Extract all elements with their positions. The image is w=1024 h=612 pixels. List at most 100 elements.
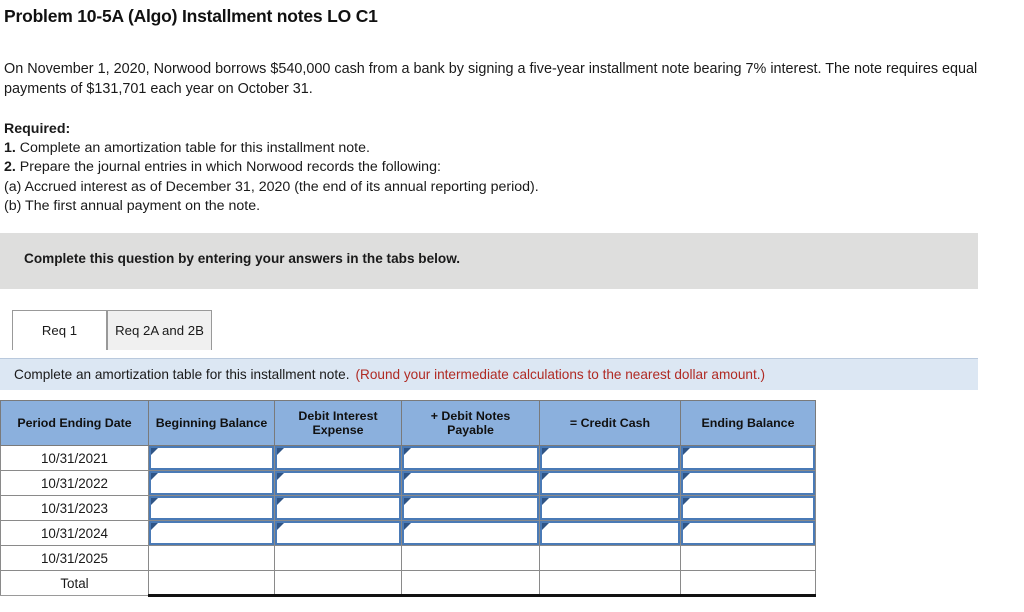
cell-beginning-balance[interactable] [148,520,275,546]
cell-debit-interest-expense[interactable] [274,445,402,471]
input-box[interactable] [681,571,815,594]
total-cell-beginning-balance[interactable] [148,570,275,597]
required-item-1: 1. Complete an amortization table for th… [4,139,864,158]
page-title: Problem 10-5A (Algo) Installment notes L… [4,6,378,26]
cell-ending-balance[interactable] [680,470,816,496]
input-box[interactable] [149,546,274,570]
cell-ending-balance[interactable] [680,495,816,521]
input-box[interactable] [681,521,815,545]
table-body: 10/31/2021 10/31/2022 10/31/2023 10/31/2… [0,445,816,597]
total-cell-credit-cash[interactable] [539,570,681,597]
column-header-credit-cash: = Credit Cash [539,400,681,446]
cell-corner-marker-icon [542,523,549,530]
cell-debit-notes-payable[interactable] [401,445,540,471]
problem-page: Problem 10-5A (Algo) Installment notes L… [0,0,1024,612]
cell-debit-interest-expense[interactable] [274,545,402,571]
table-header-row: Period Ending Date Beginning Balance Deb… [0,400,816,446]
cell-corner-marker-icon [277,448,284,455]
input-box[interactable] [402,521,539,545]
cell-corner-marker-icon [277,498,284,505]
input-box[interactable] [149,571,274,594]
input-box[interactable] [681,496,815,520]
input-box[interactable] [540,571,680,594]
column-header-debit-notes-payable: + Debit Notes Payable [401,400,540,446]
input-box[interactable] [681,471,815,495]
input-box[interactable] [402,471,539,495]
table-row: 10/31/2022 [0,470,816,496]
cell-corner-marker-icon [542,448,549,455]
table-row: 10/31/2024 [0,520,816,546]
input-box[interactable] [402,546,539,570]
cell-credit-cash[interactable] [539,470,681,496]
cell-debit-interest-expense[interactable] [274,495,402,521]
cell-corner-marker-icon [404,473,411,480]
required-block: Required: 1. Complete an amortization ta… [4,120,864,216]
cell-corner-marker-icon [542,473,549,480]
input-box[interactable] [540,496,680,520]
total-cell-ending-balance[interactable] [680,570,816,597]
input-box[interactable] [402,571,539,594]
input-box[interactable] [275,446,401,470]
input-box[interactable] [275,546,401,570]
required-item-2b-text: (b) The first annual payment on the note… [4,197,261,214]
table-row-total: Total [0,570,816,597]
required-heading: Required: [4,121,71,137]
input-box[interactable] [149,521,274,545]
tab-req-2a-2b[interactable]: Req 2A and 2B [107,310,212,350]
cell-beginning-balance[interactable] [148,470,275,496]
required-item-2a-text: (a) Accrued interest as of December 31, … [4,178,539,195]
total-cell-debit-interest-expense[interactable] [274,570,402,597]
cell-debit-interest-expense[interactable] [274,520,402,546]
input-box[interactable] [540,446,680,470]
required-item-1-number: 1. [4,140,16,157]
problem-statement: On November 1, 2020, Norwood borrows $54… [4,61,978,97]
input-box[interactable] [275,471,401,495]
input-box[interactable] [275,521,401,545]
cell-corner-marker-icon [683,523,690,530]
total-cell-debit-notes-payable[interactable] [401,570,540,597]
table-row: 10/31/2025 [0,545,816,571]
column-header-beginning-balance: Beginning Balance [148,400,275,446]
cell-credit-cash[interactable] [539,520,681,546]
input-box[interactable] [681,446,815,470]
input-box[interactable] [149,471,274,495]
instructions-banner: Complete this question by entering your … [0,233,978,289]
cell-corner-marker-icon [683,473,690,480]
input-box[interactable] [681,546,815,570]
cell-corner-marker-icon [404,498,411,505]
cell-beginning-balance[interactable] [148,495,275,521]
input-box[interactable] [540,471,680,495]
cell-corner-marker-icon [151,448,158,455]
rounding-note: (Round your intermediate calculations to… [355,367,766,382]
input-box[interactable] [402,446,539,470]
required-item-2: 2. Prepare the journal entries in which … [4,158,864,177]
input-box[interactable] [540,546,680,570]
cell-debit-notes-payable[interactable] [401,470,540,496]
cell-corner-marker-icon [404,523,411,530]
cell-credit-cash[interactable] [539,445,681,471]
cell-credit-cash[interactable] [539,495,681,521]
cell-credit-cash[interactable] [539,545,681,571]
cell-corner-marker-icon [404,448,411,455]
cell-debit-notes-payable[interactable] [401,520,540,546]
cell-debit-notes-payable[interactable] [401,495,540,521]
input-box[interactable] [402,496,539,520]
table-row: 10/31/2021 [0,445,816,471]
cell-beginning-balance[interactable] [148,445,275,471]
cell-ending-balance[interactable] [680,445,816,471]
cell-debit-interest-expense[interactable] [274,470,402,496]
input-box[interactable] [149,496,274,520]
input-box[interactable] [540,521,680,545]
input-box[interactable] [275,496,401,520]
cell-debit-notes-payable[interactable] [401,545,540,571]
input-box[interactable] [149,446,274,470]
column-header-period-ending-date: Period Ending Date [0,400,149,446]
tab-req-1[interactable]: Req 1 [12,310,107,350]
input-box[interactable] [275,571,401,594]
instructions-banner-text: Complete this question by entering your … [24,251,461,266]
cell-ending-balance[interactable] [680,520,816,546]
period-label: 10/31/2022 [0,470,149,496]
requirement-instruction-bar: Complete an amortization table for this … [0,358,978,390]
cell-ending-balance[interactable] [680,545,816,571]
cell-beginning-balance[interactable] [148,545,275,571]
